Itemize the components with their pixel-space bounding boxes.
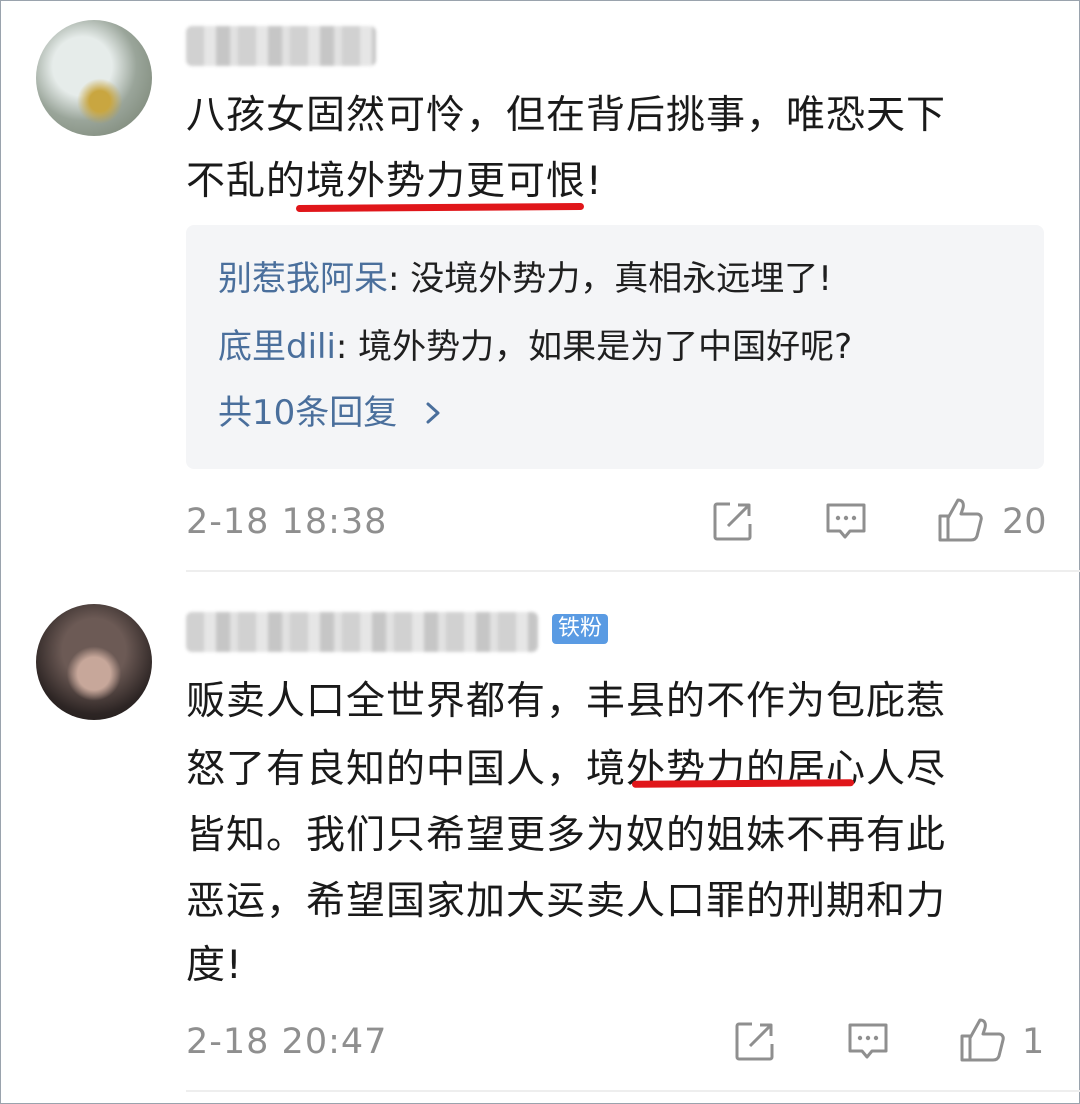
like-count: 1	[1022, 1022, 1045, 1062]
more-replies-label: 共10条回复	[218, 393, 398, 433]
reply-preview-box[interactable]: 别惹我阿呆: 没境外势力，真相永远埋了! 底里dili: 境外势力，如果是为了中…	[186, 225, 1044, 469]
comment-text-line: 怒了有良知的中国人，境外势力的居心人尽	[186, 747, 947, 792]
share-icon[interactable]	[712, 500, 754, 542]
comment-icon[interactable]	[846, 1020, 890, 1064]
like-icon[interactable]	[936, 496, 984, 544]
reply-text: : 境外势力，如果是为了中国好呢?	[335, 327, 853, 367]
like-icon[interactable]	[958, 1016, 1006, 1064]
comment-text-line: 恶运，希望国家加大买卖人口罪的刑期和力	[186, 879, 947, 924]
timestamp: 2-18 18:38	[186, 502, 388, 542]
fan-badge: 铁粉	[552, 614, 609, 644]
reply-item[interactable]: 底里dili: 境外势力，如果是为了中国好呢?	[218, 327, 852, 367]
more-replies-link[interactable]: 共10条回复	[218, 393, 444, 433]
comment-text-line: 八孩女固然可怜，但在背后挑事，唯恐天下	[186, 93, 947, 138]
divider	[186, 570, 1080, 572]
avatar[interactable]	[36, 604, 152, 720]
reply-text: : 没境外势力，真相永远埋了!	[388, 259, 832, 299]
comment-icon[interactable]	[824, 500, 868, 544]
chevron-right-icon	[426, 402, 440, 424]
username-blurred[interactable]	[186, 26, 376, 66]
reply-author[interactable]: 别惹我阿呆	[218, 259, 388, 299]
username-blurred[interactable]	[186, 612, 538, 652]
like-count: 20	[1002, 502, 1047, 542]
comment-text-line: 度!	[186, 943, 243, 988]
avatar[interactable]	[36, 20, 152, 136]
divider	[186, 1090, 1080, 1092]
reply-item[interactable]: 别惹我阿呆: 没境外势力，真相永远埋了!	[218, 259, 832, 299]
timestamp: 2-18 20:47	[186, 1022, 388, 1062]
reply-author[interactable]: 底里dili	[218, 327, 336, 367]
comment-text-line: 皆知。我们只希望更多为奴的姐妹不再有此	[186, 813, 947, 858]
share-icon[interactable]	[734, 1020, 776, 1062]
comment-text-line: 贩卖人口全世界都有，丰县的不作为包庇惹	[186, 679, 947, 724]
